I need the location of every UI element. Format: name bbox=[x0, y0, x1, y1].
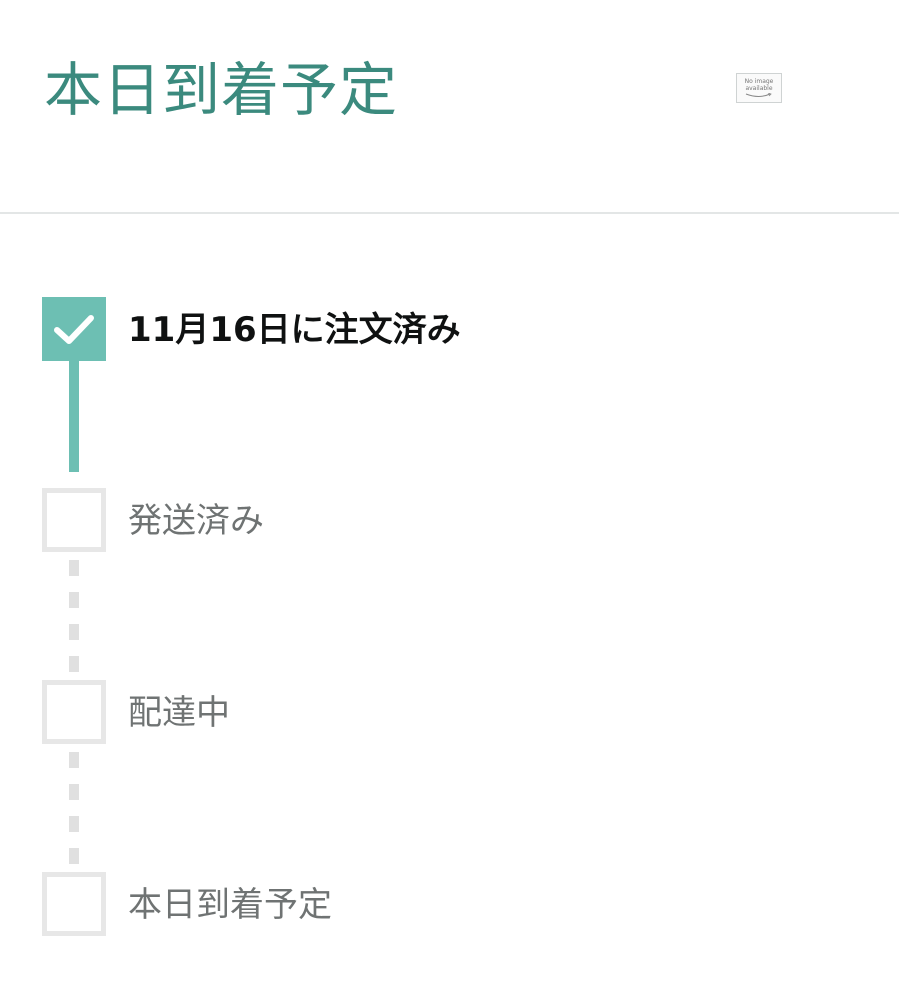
step-out-for-delivery-box bbox=[42, 680, 106, 744]
thumbnail-text-line1: No image bbox=[744, 78, 774, 85]
tracking-progress: 11月16日に注文済み 発送済み 配達中 本日到着予定 bbox=[0, 214, 899, 999]
step-ordered-check bbox=[42, 297, 106, 361]
progress-line-pending bbox=[69, 744, 79, 872]
delivery-status-title: 本日到着予定 bbox=[44, 56, 399, 124]
step-shipped-label: 発送済み bbox=[128, 501, 264, 541]
product-thumbnail[interactable]: No image available bbox=[736, 73, 782, 103]
step-arriving-today-box bbox=[42, 872, 106, 936]
step-shipped-box bbox=[42, 488, 106, 552]
step-arriving-today-label: 本日到着予定 bbox=[128, 885, 332, 925]
tracking-header: 本日到着予定 No image available bbox=[0, 0, 899, 214]
thumbnail-text-line2: available bbox=[745, 85, 773, 92]
progress-line-pending bbox=[69, 552, 79, 680]
progress-line-completed bbox=[69, 360, 79, 472]
checkmark-icon bbox=[54, 315, 94, 344]
smile-arrow-icon bbox=[745, 93, 772, 97]
step-out-for-delivery-label: 配達中 bbox=[128, 693, 230, 733]
step-ordered-label: 11月16日に注文済み bbox=[128, 310, 461, 350]
order-tracking-page: 本日到着予定 No image available 11月16日に注文済み 発送… bbox=[0, 0, 899, 999]
